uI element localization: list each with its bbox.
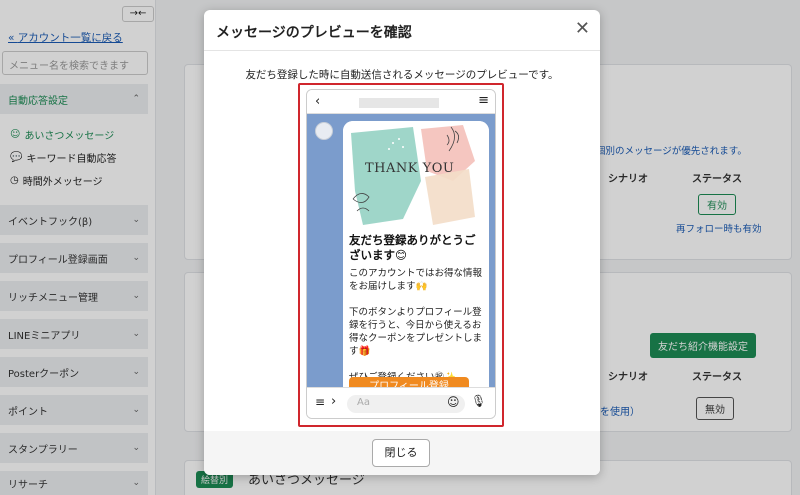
avatar [315,122,333,140]
microphone-icon: 🎙 [471,394,487,408]
chat-area: THANK YOU 友だち登録ありがとうございます😊 このアカウントではお得な情… [307,114,495,391]
message-bubble: THANK YOU 友だち登録ありがとうございます😊 このアカウントではお得な情… [343,121,489,391]
menu-icon: ≡ [315,395,326,409]
phone-input-bar: ≡ › Aa ☺ 🎙 [307,387,495,418]
account-name-placeholder [359,98,439,108]
modal-divider [204,50,600,51]
phone-preview: ‹ ≡ THANK YOU 友だち登録ありがとうございます😊 このアカウントでは… [306,89,496,419]
phone-header: ‹ ≡ [307,90,495,114]
thank-you-text: THANK YOU [365,161,455,176]
modal-description: 友だち登録した時に自動送信されるメッセージのプレビューです。 [245,69,559,81]
modal-title: メッセージのプレビューを確認 [216,25,412,41]
emoji-icon: ☺ [447,395,460,409]
bubble-body: このアカウントではお得な情報をお届けします🙌 下のボタンよりプロフィール登録を行… [349,268,483,383]
thank-you-image: THANK YOU [343,121,489,231]
close-button[interactable]: 閉じる [372,439,430,467]
back-arrow-icon: ‹ [315,94,321,109]
preview-modal: メッセージのプレビューを確認 ✕ 友だち登録した時に自動送信されるメッセージのプ… [204,10,600,475]
bubble-title: 友だち登録ありがとうございます😊 [349,233,476,262]
close-icon[interactable]: ✕ [575,18,590,39]
chevron-right-icon: › [331,394,337,409]
thank-you-illustration [351,125,475,225]
hamburger-menu-icon: ≡ [478,93,489,108]
